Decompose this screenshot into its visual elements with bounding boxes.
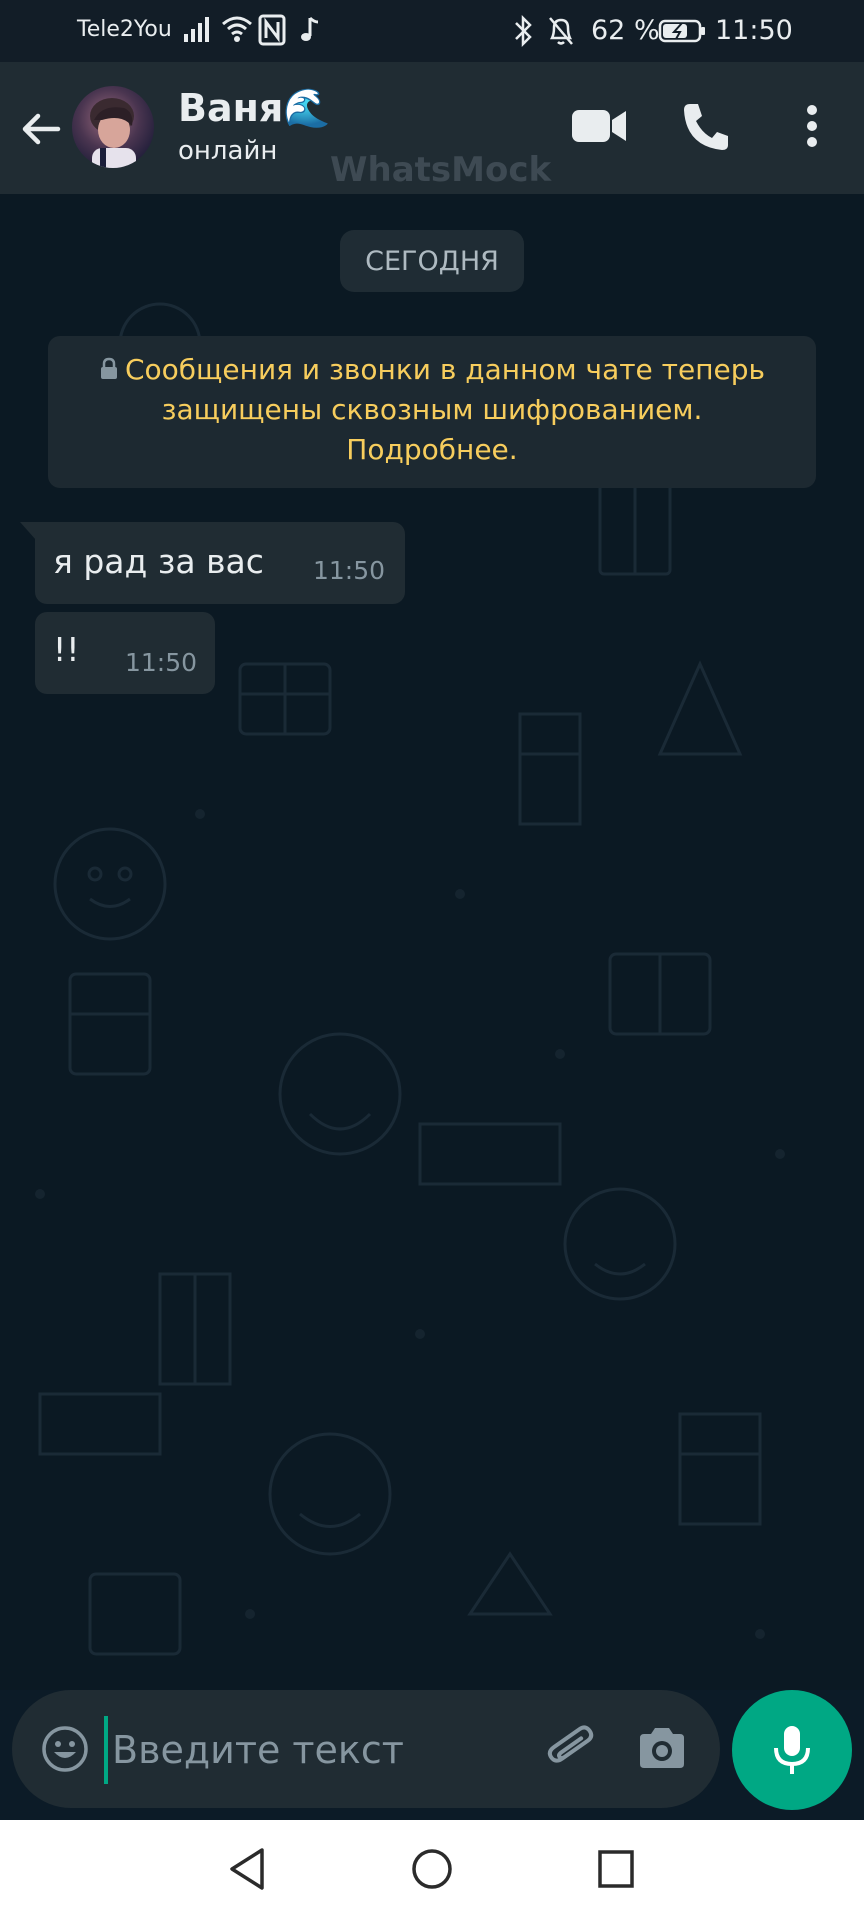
camera-icon[interactable] — [636, 1724, 688, 1772]
contact-online-status: онлайн — [178, 136, 278, 166]
attach-icon[interactable] — [544, 1722, 600, 1778]
voice-call-icon[interactable] — [680, 100, 730, 152]
whatsapp-chat-screen: Tele2You 62 % 11:50 Ваня🌊 онлайн WhatsMo… — [0, 0, 864, 1920]
message-composer — [12, 1690, 720, 1808]
back-arrow-icon[interactable] — [18, 106, 64, 152]
nav-home-icon[interactable] — [410, 1846, 454, 1892]
system-navigation-bar — [0, 1820, 864, 1920]
encryption-notice[interactable]: Сообщения и звонки в данном чате теперь … — [48, 336, 816, 488]
battery-icon — [658, 19, 705, 43]
video-call-icon[interactable] — [570, 100, 630, 152]
lock-icon — [100, 357, 117, 379]
battery-percent: 62 % — [591, 15, 660, 46]
date-divider-label: СЕГОДНЯ — [365, 245, 499, 277]
message-time: 11:50 — [313, 556, 386, 585]
app-watermark: WhatsMock — [330, 150, 552, 190]
microphone-icon — [774, 1726, 810, 1774]
message-text: я рад за вас — [53, 542, 264, 581]
message-time: 11:50 — [125, 648, 198, 677]
contact-name[interactable]: Ваня🌊 — [178, 86, 331, 131]
chat-messages-area[interactable]: СЕГОДНЯ Сообщения и звонки в данном чате… — [0, 194, 864, 1690]
avatar-photo — [90, 98, 136, 168]
signal-icon — [184, 17, 209, 42]
incoming-message-bubble[interactable]: я рад за вас 11:50 — [35, 522, 405, 604]
bluetooth-icon — [515, 14, 532, 48]
status-bar: Tele2You 62 % 11:50 — [0, 0, 864, 62]
music-note-icon — [301, 16, 319, 41]
nav-recents-icon[interactable] — [594, 1846, 638, 1892]
more-options-icon[interactable] — [800, 100, 824, 152]
mute-notifications-icon — [549, 17, 573, 45]
message-text: !! — [53, 630, 80, 669]
incoming-message-bubble[interactable]: !! 11:50 — [35, 612, 215, 694]
nfc-icon — [258, 14, 286, 46]
nav-back-icon[interactable] — [226, 1846, 268, 1892]
wifi-icon — [222, 16, 252, 42]
message-input[interactable] — [104, 1716, 554, 1784]
status-time: 11:50 — [715, 15, 793, 46]
carrier-name: Tele2You — [77, 17, 172, 42]
bubble-tail — [20, 522, 36, 540]
encryption-notice-text: Сообщения и звонки в данном чате теперь … — [124, 353, 766, 466]
contact-avatar[interactable] — [72, 86, 154, 168]
chat-header: Ваня🌊 онлайн WhatsMock — [0, 62, 864, 194]
emoji-icon[interactable] — [40, 1724, 90, 1774]
voice-message-button[interactable] — [732, 1690, 852, 1810]
date-divider: СЕГОДНЯ — [340, 230, 524, 292]
